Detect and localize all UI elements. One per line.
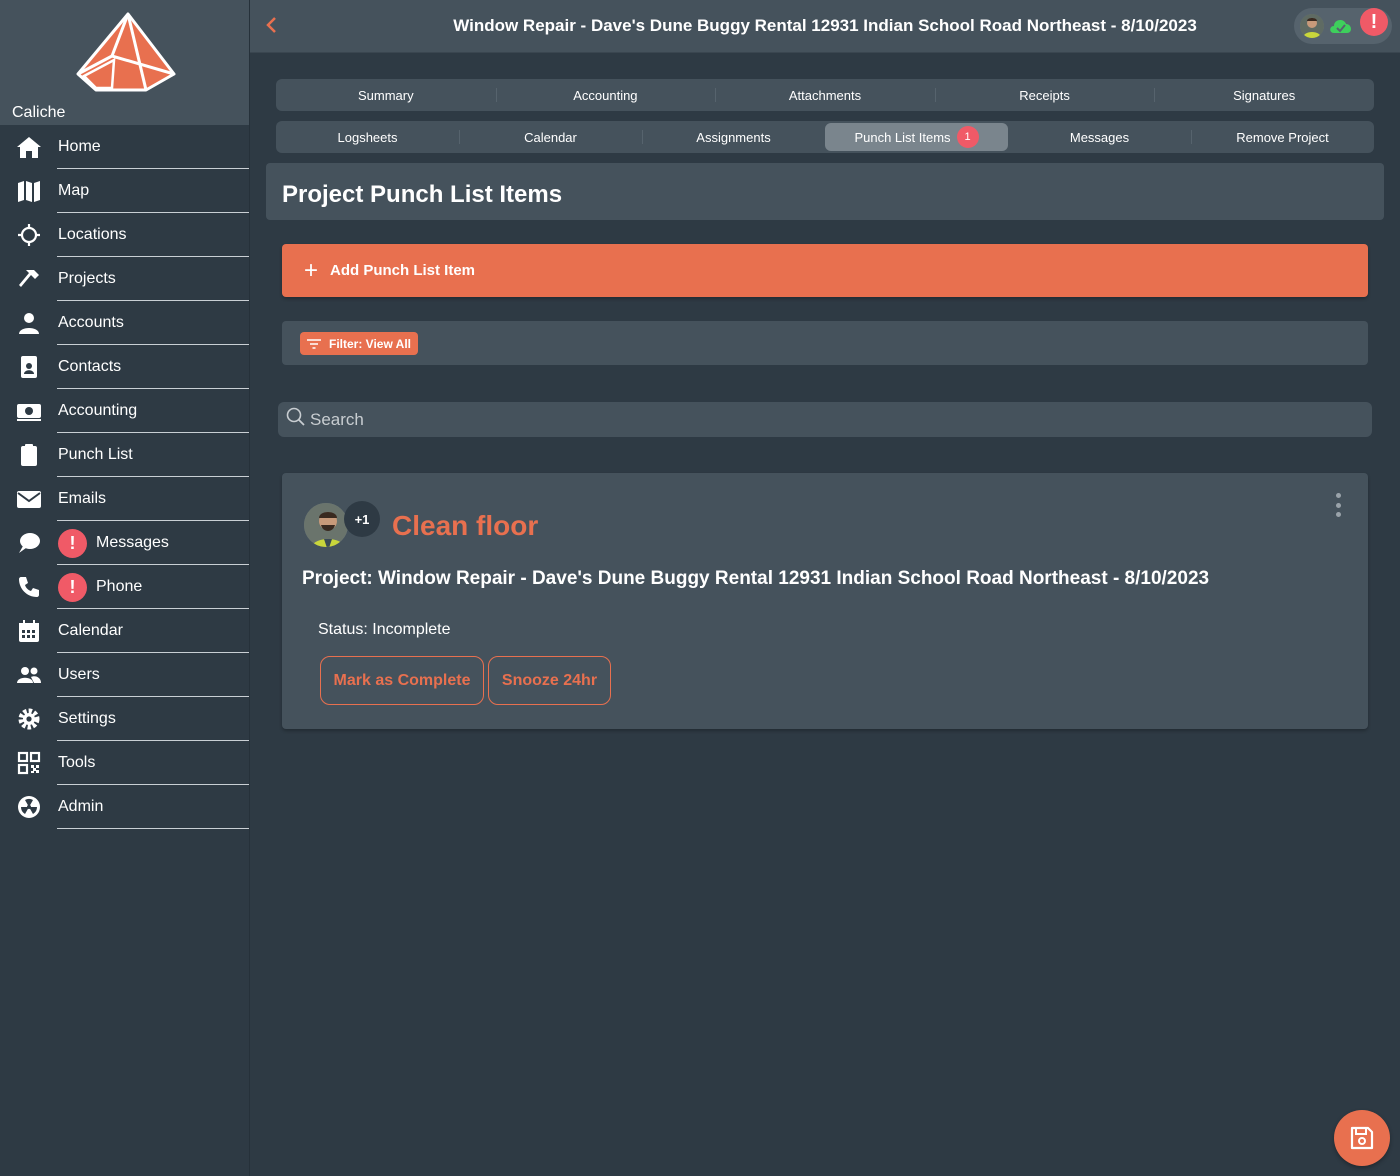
sidebar-item-label: Map xyxy=(58,182,90,199)
sidebar-item-label: Projects xyxy=(58,270,116,287)
person-icon xyxy=(16,311,42,335)
filter-label: Filter: View All xyxy=(329,336,412,351)
sidebar-item-label: Punch List xyxy=(58,446,133,463)
tab-calendar[interactable]: Calendar xyxy=(459,121,642,153)
alert-icon[interactable]: ! xyxy=(1360,8,1388,36)
more-options-icon[interactable] xyxy=(1334,493,1342,517)
sidebar-item-settings[interactable]: Settings xyxy=(0,697,249,741)
page-title: Window Repair - Dave's Dune Buggy Rental… xyxy=(453,16,1197,35)
assignee-avatar xyxy=(302,501,350,549)
tab-receipts[interactable]: Receipts xyxy=(934,79,1155,111)
mark-complete-button[interactable]: Mark as Complete xyxy=(320,656,484,705)
brand-header: Caliche xyxy=(0,0,249,125)
section-title: Project Punch List Items xyxy=(282,181,563,208)
tab-remove-project[interactable]: Remove Project xyxy=(1191,121,1374,153)
money-icon xyxy=(16,399,42,423)
cloud-sync-icon[interactable] xyxy=(1328,16,1354,39)
home-icon xyxy=(16,135,42,159)
punch-item-title: Clean floor xyxy=(392,510,539,541)
search-bar xyxy=(278,402,1372,437)
sidebar-item-projects[interactable]: Projects xyxy=(0,257,249,301)
phone-icon xyxy=(16,575,42,599)
crosshair-icon xyxy=(16,223,42,247)
gear-icon xyxy=(16,707,42,731)
sidebar-item-emails[interactable]: Emails xyxy=(0,477,249,521)
sidebar-item-label: Settings xyxy=(58,710,116,727)
calendar-icon xyxy=(16,619,42,643)
hammer-icon xyxy=(16,267,42,291)
sidebar-item-accounts[interactable]: Accounts xyxy=(0,301,249,345)
tab-label: Punch List Items xyxy=(854,129,951,145)
punch-item-status: Status: Incomplete xyxy=(318,621,451,638)
tab-assignments[interactable]: Assignments xyxy=(642,121,825,153)
add-button-label: Add Punch List Item xyxy=(330,262,476,279)
search-icon xyxy=(286,407,306,432)
sidebar-item-label: Admin xyxy=(58,798,104,815)
top-bar: Window Repair - Dave's Dune Buggy Rental… xyxy=(250,0,1400,53)
tab-row-primary: Summary Accounting Attachments Receipts … xyxy=(276,79,1374,111)
filter-button[interactable]: Filter: View All xyxy=(300,332,419,355)
filter-bar: Filter: View All xyxy=(282,321,1368,365)
qr-code-icon xyxy=(16,751,42,775)
header-actions: ! xyxy=(1294,8,1392,44)
tab-punch-list-items[interactable]: Punch List Items 1 xyxy=(825,123,1008,151)
punch-list-card[interactable]: +1 Clean floor Project: Window Repair - … xyxy=(282,473,1368,729)
snooze-button[interactable]: Snooze 24hr xyxy=(488,656,611,705)
sidebar-item-tools[interactable]: Tools xyxy=(0,741,249,785)
tab-attachments[interactable]: Attachments xyxy=(715,79,935,111)
tab-accounting[interactable]: Accounting xyxy=(495,79,716,111)
sidebar-nav: Home Map Locations Projects Accounts Con… xyxy=(0,125,249,829)
more-assignees-badge: +1 xyxy=(344,501,380,537)
sidebar-item-locations[interactable]: Locations xyxy=(0,213,249,257)
sidebar: Caliche Home Map Locations Projects Acco… xyxy=(0,0,250,1176)
contact-card-icon xyxy=(16,355,42,379)
tab-count-badge: 1 xyxy=(956,126,979,148)
sidebar-item-label: Accounting xyxy=(58,402,138,419)
tab-signatures[interactable]: Signatures xyxy=(1154,79,1374,111)
sidebar-item-contacts[interactable]: Contacts xyxy=(0,345,249,389)
sidebar-item-label: Contacts xyxy=(58,358,122,375)
chat-icon xyxy=(16,531,42,555)
caliche-logo xyxy=(76,12,176,92)
sidebar-item-admin[interactable]: Admin xyxy=(0,785,249,829)
punch-item-project: Project: Window Repair - Dave's Dune Bug… xyxy=(302,568,1210,589)
save-fab-button[interactable] xyxy=(1334,1110,1390,1166)
phone-alert-badge: ! xyxy=(58,573,87,602)
sidebar-item-calendar[interactable]: Calendar xyxy=(0,609,249,653)
section-header: Project Punch List Items xyxy=(266,163,1384,220)
sidebar-item-label: Home xyxy=(58,138,101,155)
user-avatar[interactable] xyxy=(1300,14,1324,38)
search-input[interactable] xyxy=(310,409,1360,430)
sidebar-item-label: Phone xyxy=(96,578,143,595)
sidebar-item-messages[interactable]: ! Messages xyxy=(0,521,249,565)
plus-icon: + xyxy=(304,256,319,284)
add-punch-list-item-button[interactable]: + Add Punch List Item xyxy=(282,244,1368,297)
sidebar-item-accounting[interactable]: Accounting xyxy=(0,389,249,433)
brand-name: Caliche xyxy=(12,104,66,121)
tab-summary[interactable]: Summary xyxy=(276,79,496,111)
sidebar-item-label: Locations xyxy=(58,226,127,243)
sidebar-item-label: Tools xyxy=(58,754,96,771)
sidebar-item-map[interactable]: Map xyxy=(0,169,249,213)
tab-logsheets[interactable]: Logsheets xyxy=(276,121,459,153)
sidebar-item-phone[interactable]: ! Phone xyxy=(0,565,249,609)
messages-alert-badge: ! xyxy=(58,529,87,558)
radiation-icon xyxy=(16,795,42,819)
users-icon xyxy=(16,663,42,687)
clipboard-icon xyxy=(16,443,42,467)
tab-row-secondary: Logsheets Calendar Assignments Punch Lis… xyxy=(276,121,1374,153)
map-icon xyxy=(16,179,42,203)
tab-messages[interactable]: Messages xyxy=(1008,121,1191,153)
sidebar-item-home[interactable]: Home xyxy=(0,125,249,169)
sidebar-item-label: Calendar xyxy=(58,622,123,639)
envelope-icon xyxy=(16,487,42,511)
sidebar-item-label: Users xyxy=(58,666,100,683)
sidebar-item-label: Emails xyxy=(58,490,107,507)
save-icon xyxy=(1350,1126,1374,1150)
filter-icon xyxy=(307,338,321,349)
sidebar-item-punch-list[interactable]: Punch List xyxy=(0,433,249,477)
sidebar-item-label: Accounts xyxy=(58,314,124,331)
sidebar-item-users[interactable]: Users xyxy=(0,653,249,697)
sidebar-item-label: Messages xyxy=(96,534,169,551)
